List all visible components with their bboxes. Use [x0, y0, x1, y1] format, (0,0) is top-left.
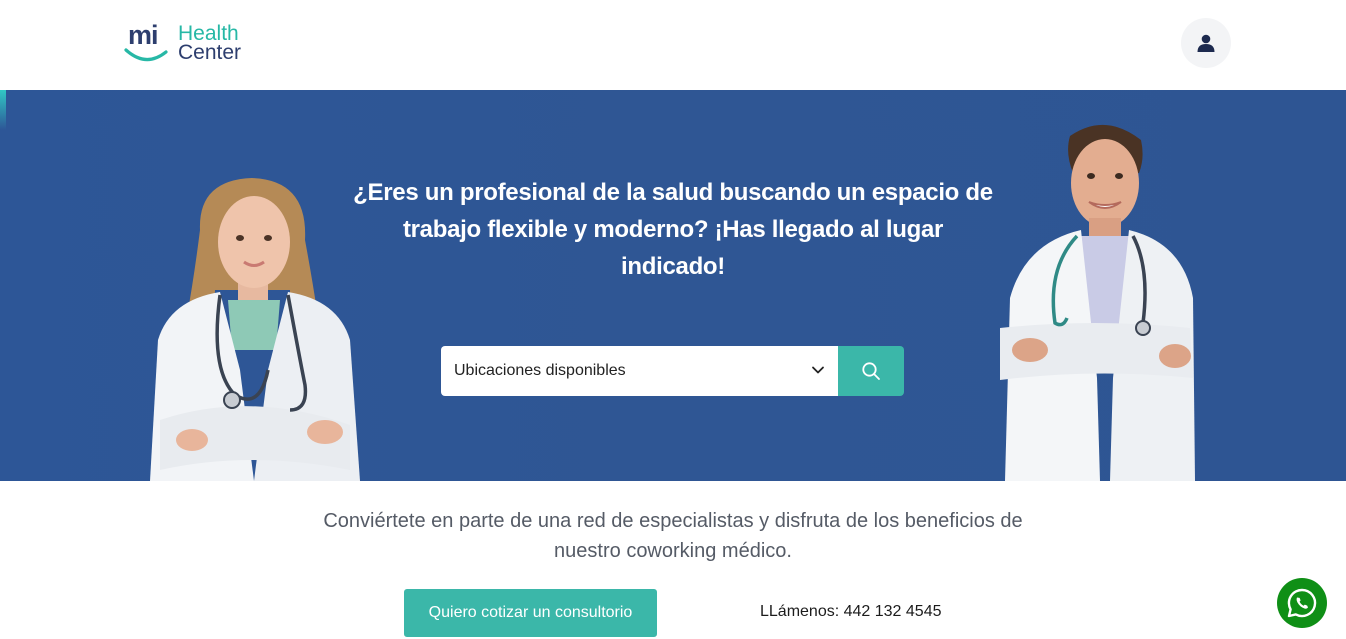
- logo[interactable]: mi Health Center: [124, 20, 264, 66]
- logo-smile-icon: [124, 48, 168, 62]
- locations-select[interactable]: Ubicaciones disponibles: [441, 346, 838, 396]
- user-account-button[interactable]: [1181, 18, 1231, 68]
- hero-accent: [0, 90, 6, 130]
- search-button[interactable]: [838, 346, 904, 396]
- chevron-down-icon: [812, 366, 824, 374]
- whatsapp-icon: [1287, 588, 1317, 618]
- phone-contact[interactable]: LLámenos: 442 132 4545: [760, 603, 941, 621]
- logo-center-text: Center: [178, 41, 242, 64]
- locations-select-value: Ubicaciones disponibles: [454, 362, 626, 379]
- whatsapp-button[interactable]: [1277, 578, 1327, 628]
- intro-paragraph: Conviértete en parte de una red de espec…: [323, 510, 1023, 562]
- hero-title: ¿Eres un profesional de la salud buscand…: [353, 179, 993, 280]
- male-doctor-image: [1000, 124, 1195, 481]
- logo-mark: mi: [124, 20, 170, 66]
- search-icon: [862, 362, 880, 380]
- female-doctor-image: [150, 178, 360, 481]
- user-icon: [1197, 34, 1215, 52]
- logo-wordmark: Health Center: [178, 23, 242, 64]
- site-header: mi Health Center: [0, 0, 1346, 90]
- quote-office-button[interactable]: Quiero cotizar un consultorio: [404, 589, 657, 637]
- hero-banner: ¿Eres un profesional de la salud buscand…: [0, 90, 1346, 481]
